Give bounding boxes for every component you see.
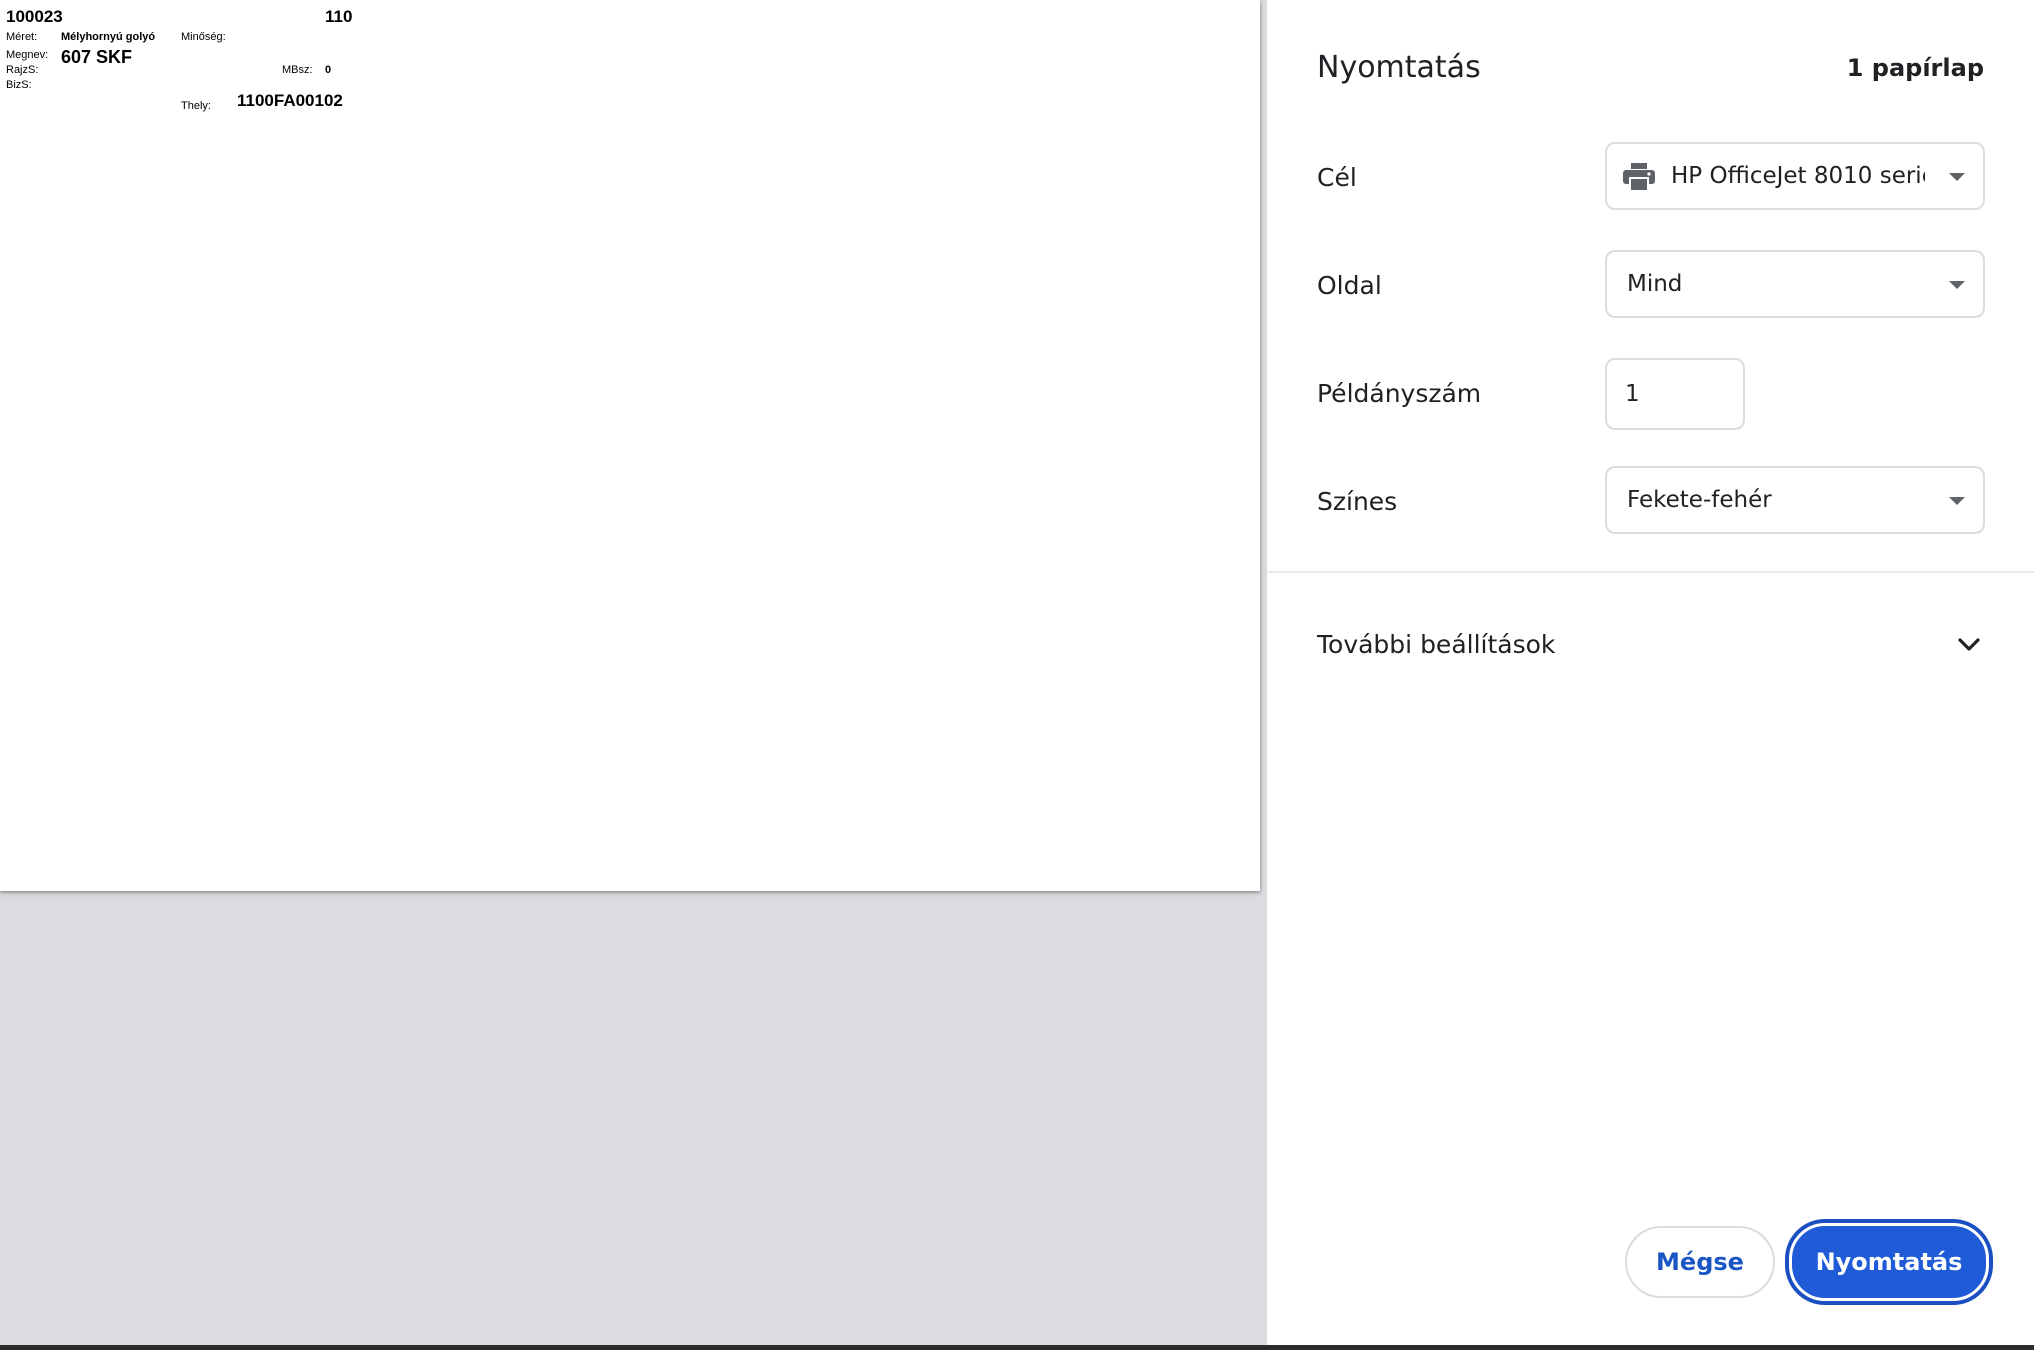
pages-value: Mind xyxy=(1627,271,1683,297)
preview-mbsz-value: 0 xyxy=(325,64,332,76)
preview-megnev-value: 607 SKF xyxy=(61,47,133,67)
divider xyxy=(1267,571,2034,573)
preview-page: 100023 110 Méret: Mélyhornyú golyó Minős… xyxy=(0,0,1260,891)
preview-thely-label: Thely: xyxy=(181,100,211,112)
preview-bizs-label: BizS: xyxy=(6,79,32,91)
pages-select[interactable]: Mind xyxy=(1605,250,1985,318)
print-button[interactable]: Nyomtatás xyxy=(1789,1223,1989,1301)
preview-meret-value: Mélyhornyú golyó xyxy=(61,31,156,43)
printer-icon xyxy=(1623,163,1655,191)
destination-select[interactable]: HP OfficeJet 8010 series xyxy=(1605,142,1985,210)
print-settings-panel: Nyomtatás 1 papírlap Cél HP OfficeJet 80… xyxy=(1267,0,2034,1345)
destination-label: Cél xyxy=(1317,163,1357,192)
color-label: Színes xyxy=(1317,487,1398,516)
copies-input[interactable] xyxy=(1605,358,1745,430)
preview-minoseg-label: Minőség: xyxy=(181,31,226,43)
color-select[interactable]: Fekete-fehér xyxy=(1605,466,1985,534)
panel-title: Nyomtatás xyxy=(1317,50,1481,85)
print-preview-area: 100023 110 Méret: Mélyhornyú golyó Minős… xyxy=(0,0,1267,1345)
preview-meret-label: Méret: xyxy=(6,31,38,43)
preview-mbsz-label: MBsz: xyxy=(282,64,313,76)
preview-rajzs-label: RajzS: xyxy=(6,64,39,76)
pages-label: Oldal xyxy=(1317,271,1382,300)
copies-label: Példányszám xyxy=(1317,379,1482,408)
bottom-bar xyxy=(0,1345,2034,1350)
preview-quantity: 110 xyxy=(325,7,353,26)
sheet-count: 1 papírlap xyxy=(1846,54,1984,82)
more-settings-label: További beállítások xyxy=(1317,630,1556,659)
cancel-button[interactable]: Mégse xyxy=(1625,1226,1775,1298)
chevron-down-icon xyxy=(1949,497,1965,505)
preview-thely-value: 1100FA00102 xyxy=(237,91,343,110)
more-settings-toggle[interactable]: További beállítások xyxy=(1267,610,2034,680)
chevron-down-icon xyxy=(1949,281,1965,289)
preview-id-number: 100023 xyxy=(6,7,63,26)
chevron-down-icon xyxy=(1949,173,1965,181)
chevron-down-icon xyxy=(1958,638,1980,651)
destination-value: HP OfficeJet 8010 series xyxy=(1671,163,1925,189)
preview-megnev-label: Megnev: xyxy=(6,49,49,61)
color-value: Fekete-fehér xyxy=(1627,487,1772,513)
